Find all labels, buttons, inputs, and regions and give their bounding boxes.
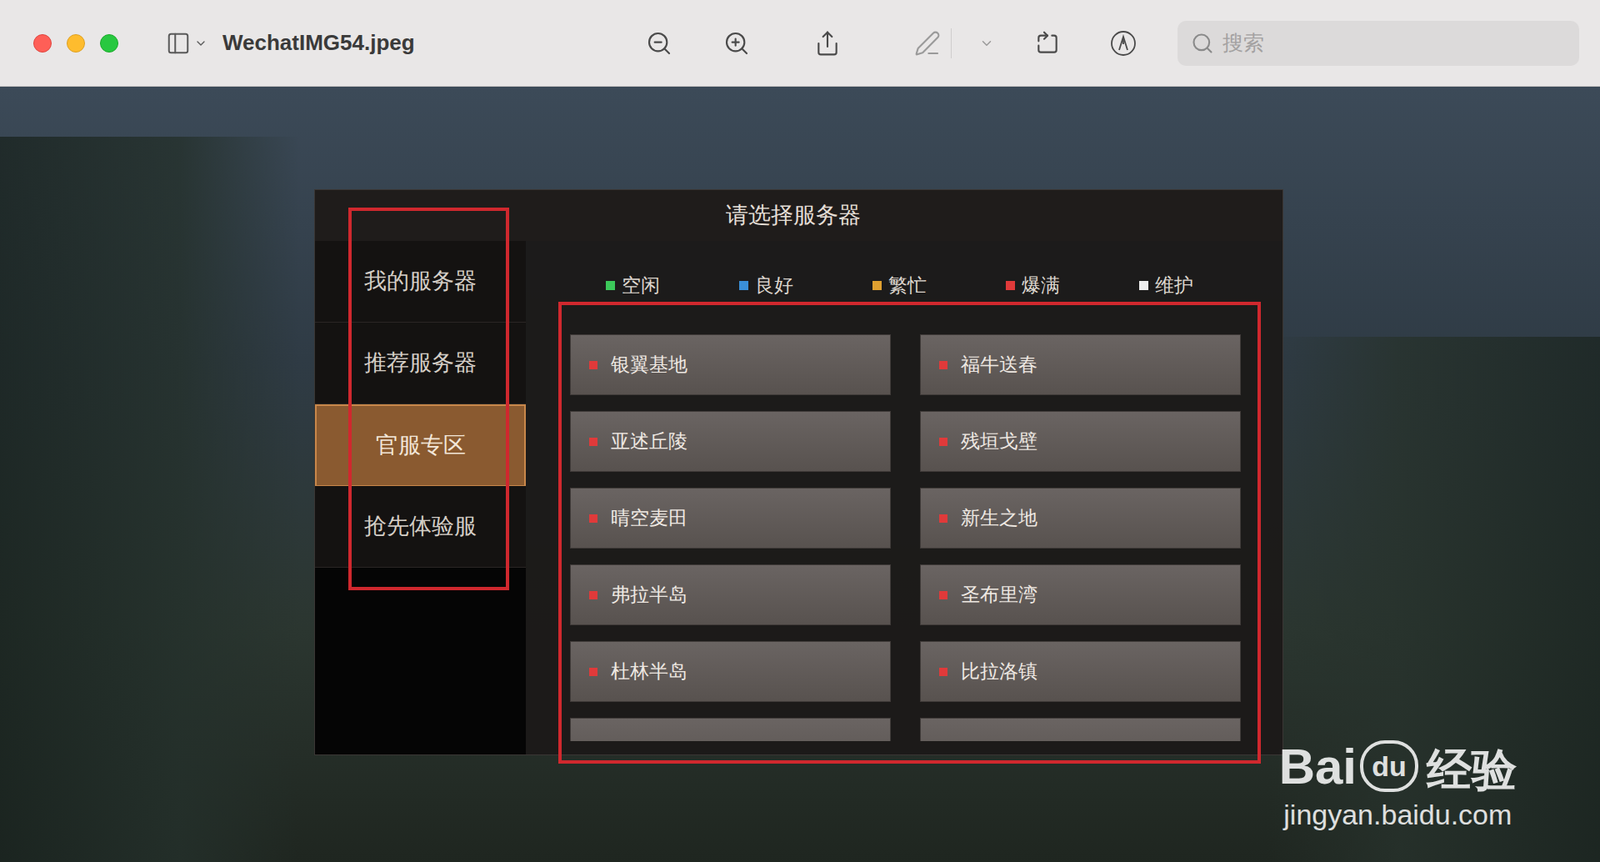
zoom-out-icon: [645, 30, 673, 57]
server-status-dot: [589, 590, 598, 600]
server-status-dot: [589, 437, 598, 446]
server-status-dot: [939, 667, 948, 676]
legend-swatch: [1139, 280, 1149, 290]
markup-button[interactable]: [910, 30, 945, 57]
server-button[interactable]: 晴空麦田: [570, 487, 891, 549]
sidebar-item[interactable]: 我的服务器: [315, 240, 526, 323]
server-sidebar: 我的服务器推荐服务器官服专区抢先体验服: [315, 190, 526, 755]
server-status-dot: [589, 360, 598, 370]
pen-icon: [914, 30, 941, 57]
sidebar-header: [315, 190, 526, 241]
preview-window: WechatIMG54.jpeg搜索我的服务器推荐服务器官服专区抢先体验服请选择…: [0, 0, 1600, 862]
rotate-button[interactable]: [1030, 30, 1065, 57]
search-placeholder: 搜索: [1222, 27, 1265, 60]
status-legend: 空闲良好繁忙爆满维护: [525, 240, 1283, 335]
watermark-product: 经验: [1426, 746, 1517, 792]
annotation-box: [558, 301, 1261, 764]
chevron-down-icon: [979, 35, 995, 51]
sidebar-item[interactable]: 推荐服务器: [315, 322, 526, 405]
window-controls: [33, 34, 119, 53]
server-status-dot: [589, 667, 598, 676]
annotate-button[interactable]: [1106, 29, 1140, 58]
zoom-in-button[interactable]: [720, 30, 754, 57]
server-button[interactable]: 新生之地: [920, 487, 1241, 549]
server-button[interactable]: 杜林半岛: [570, 640, 891, 702]
close-button[interactable]: [33, 34, 52, 53]
sidebar-icon: [165, 30, 191, 56]
server-status-dot: [939, 360, 948, 370]
legend-swatch: [1005, 280, 1015, 290]
server-button[interactable]: 圣布里湾: [920, 564, 1241, 625]
legend-swatch: [872, 280, 882, 290]
server-button[interactable]: [920, 717, 1241, 741]
legend-swatch: [605, 280, 615, 290]
watermark-brand: Bai: [1279, 741, 1357, 792]
server-status-dot: [589, 514, 598, 523]
server-button[interactable]: 银翼基地: [570, 334, 891, 395]
server-button[interactable]: 福牛送春: [920, 334, 1241, 395]
markup-menu-button[interactable]: [970, 35, 1004, 51]
legend-item: 良好: [739, 270, 873, 300]
legend-item: 爆满: [1005, 270, 1140, 300]
image-view: 我的服务器推荐服务器官服专区抢先体验服请选择服务器空闲良好繁忙爆满维护银翼基地福…: [0, 86, 1600, 862]
sidebar-toggle[interactable]: [165, 30, 208, 56]
minimize-button[interactable]: [66, 34, 85, 53]
dialog-header: 请选择服务器: [525, 190, 1283, 241]
annotation-box: [348, 207, 510, 590]
server-button[interactable]: 比拉洛镇: [920, 640, 1241, 702]
server-button[interactable]: 残垣戈壁: [920, 410, 1241, 472]
legend-item: 空闲: [605, 270, 740, 300]
sidebar-item[interactable]: 抢先体验服: [315, 485, 526, 568]
separator: [950, 28, 952, 59]
server-panel: 请选择服务器空闲良好繁忙爆满维护银翼基地福牛送春亚述丘陵残垣戈壁晴空麦田新生之地…: [525, 190, 1283, 755]
watermark: Baidu经验 jingyan.baidu.com: [1279, 740, 1517, 829]
legend-swatch: [739, 280, 749, 290]
share-icon: [814, 30, 841, 57]
annotate-icon: [1109, 29, 1138, 58]
sidebar-item[interactable]: 官服专区: [315, 404, 526, 486]
server-status-dot: [939, 590, 948, 600]
toolbar: WechatIMG54.jpeg 搜索: [0, 0, 1600, 87]
server-status-dot: [939, 437, 948, 446]
server-button[interactable]: 弗拉半岛: [570, 564, 891, 625]
zoom-button[interactable]: [100, 34, 119, 53]
server-grid: 银翼基地福牛送春亚述丘陵残垣戈壁晴空麦田新生之地弗拉半岛圣布里湾杜林半岛比拉洛镇: [525, 334, 1283, 741]
window-title: WechatIMG54.jpeg: [222, 26, 643, 60]
zoom-in-icon: [723, 30, 750, 57]
watermark-url: jingyan.baidu.com: [1283, 800, 1512, 829]
watermark-logo: du: [1360, 740, 1419, 792]
legend-item: 维护: [1139, 270, 1273, 300]
search-field[interactable]: 搜索: [1177, 20, 1580, 66]
server-status-dot: [939, 514, 948, 523]
legend-item: 繁忙: [872, 270, 1006, 300]
scene-left-trees: [0, 136, 300, 862]
chevron-down-icon: [194, 36, 208, 50]
zoom-out-button[interactable]: [642, 30, 676, 57]
server-button[interactable]: [570, 717, 891, 741]
share-button[interactable]: [810, 30, 845, 57]
server-button[interactable]: 亚述丘陵: [570, 410, 891, 472]
server-dialog: 我的服务器推荐服务器官服专区抢先体验服请选择服务器空闲良好繁忙爆满维护银翼基地福…: [314, 189, 1284, 755]
search-icon: [1190, 31, 1215, 55]
rotate-icon: [1034, 30, 1061, 57]
